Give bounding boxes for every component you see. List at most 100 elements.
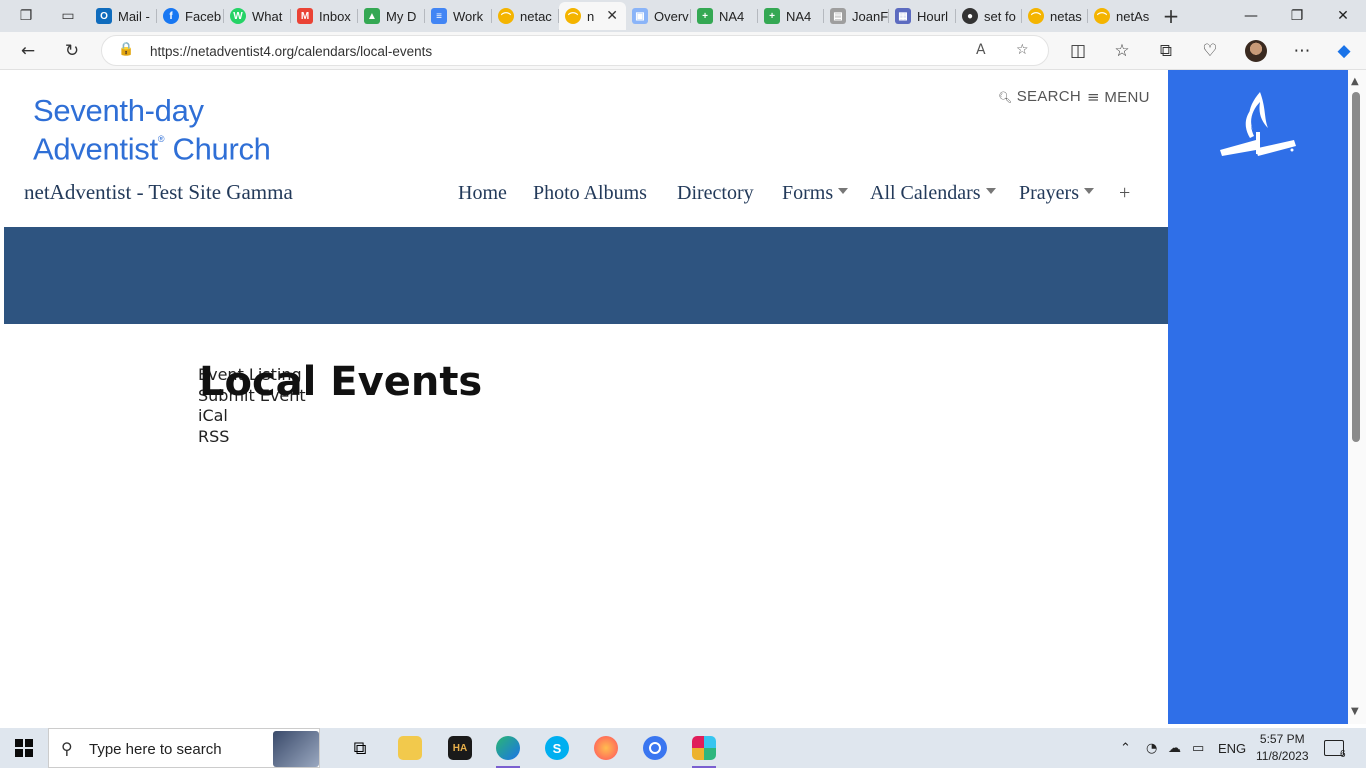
nav-photo-albums[interactable]: Photo Albums	[533, 182, 647, 205]
lock-icon: 🔒	[118, 42, 135, 57]
nav-forms[interactable]: Forms	[782, 182, 849, 205]
browser-tab-mail[interactable]: O Mail -	[90, 2, 157, 30]
url-text[interactable]: https://netadventist4.org/calendars/loca…	[150, 44, 432, 59]
google-drive-icon: ▲	[364, 8, 380, 24]
read-aloud-icon[interactable]: A	[976, 42, 986, 58]
windows-start-icon[interactable]	[0, 728, 48, 768]
firefox-icon[interactable]	[586, 732, 626, 764]
dropdown-caret-icon	[838, 188, 849, 195]
rss-link[interactable]: RSS	[198, 427, 306, 448]
windows-taskbar: ⚲ Type here to search ⧉ HA S ⌃ ◔ ☁ ▭ ENG…	[0, 728, 1366, 768]
overview-icon: ▣	[632, 8, 648, 24]
search-link[interactable]: 🔍︎ SEARCH	[998, 88, 1081, 105]
tab-label: My D	[386, 8, 417, 24]
browser-tab-drive[interactable]: ▲ My D	[358, 2, 425, 30]
taskbar-search-placeholder: Type here to search	[89, 741, 222, 758]
scrollbar-thumb[interactable]	[1352, 92, 1360, 442]
page-scrollbar[interactable]: ▲ ▼	[1348, 70, 1366, 724]
notification-count: 6	[1340, 748, 1346, 760]
collections-icon[interactable]: ⧉	[1152, 38, 1180, 64]
skype-icon[interactable]: S	[537, 732, 577, 764]
close-tab-icon[interactable]: ✕	[606, 8, 618, 24]
close-window-icon[interactable]: ✕	[1320, 0, 1366, 32]
taskbar-clock[interactable]: 5:57 PM 11/8/2023	[1256, 731, 1309, 765]
logo-line-2b: Church	[172, 131, 271, 167]
tab-label: Faceb	[185, 8, 222, 24]
sda-logo-text[interactable]: Seventh-day Adventist® Church	[33, 94, 271, 166]
page-title: Local Events	[199, 359, 483, 405]
browser-tab-overview[interactable]: ▣ Overv	[626, 2, 691, 30]
outlook-icon: O	[96, 8, 112, 24]
minimize-icon[interactable]: —	[1228, 0, 1274, 32]
show-hidden-icons[interactable]: ⌃	[1120, 728, 1131, 768]
back-icon[interactable]: ←	[14, 38, 42, 64]
browser-tab-gmail[interactable]: M Inbox	[291, 2, 358, 30]
registered-mark: ®	[157, 134, 165, 144]
signal-icon[interactable]	[635, 732, 675, 764]
tab-label: Work	[453, 8, 484, 24]
nav-directory[interactable]: Directory	[677, 182, 754, 205]
task-view-icon[interactable]: ⧉	[340, 732, 380, 764]
sheets-icon: +	[697, 8, 713, 24]
netadventist-icon: ⌒	[1094, 8, 1110, 24]
browser-tab-netadventist-1[interactable]: ⌒ netac	[492, 2, 559, 30]
sda-flame-logo-icon[interactable]	[1218, 88, 1298, 160]
scroll-up-icon[interactable]: ▲	[1351, 76, 1359, 87]
browser-tab-joan[interactable]: ▤ JoanF	[824, 2, 889, 30]
browser-tab-whatsapp[interactable]: W What	[224, 2, 291, 30]
browser-tab-facebook[interactable]: f Faceb	[157, 2, 224, 30]
browser-tab-na4-2[interactable]: + NA4	[758, 2, 824, 30]
browser-tab-hourly[interactable]: ▦ Hourl	[889, 2, 956, 30]
taskbar-search-box[interactable]: ⚲ Type here to search	[48, 728, 320, 768]
network-icon[interactable]: ◔	[1146, 728, 1157, 768]
browser-tab-docs[interactable]: ≡ Work	[425, 2, 492, 30]
favorites-icon[interactable]: ☆	[1108, 38, 1136, 64]
copilot-icon[interactable]: ◆	[1330, 38, 1358, 64]
browser-tab-netas-2[interactable]: ⌒ netAs	[1088, 2, 1154, 30]
tab-label: Overv	[654, 8, 689, 24]
menu-link[interactable]: ≡ MENU	[1087, 88, 1150, 106]
profile-avatar[interactable]	[1242, 38, 1270, 64]
new-tab-icon[interactable]: +	[1161, 4, 1181, 28]
notifications-icon[interactable]: 6	[1324, 728, 1350, 768]
document-icon: ▤	[830, 8, 846, 24]
nav-home[interactable]: Home	[458, 182, 507, 205]
favorite-star-icon[interactable]: ☆	[1016, 42, 1029, 58]
app-ha-icon[interactable]: HA	[440, 732, 480, 764]
edge-browser-icon[interactable]	[488, 732, 528, 768]
site-name[interactable]: netAdventist - Test Site Gamma	[24, 180, 293, 205]
restore-icon[interactable]: ❐	[1274, 0, 1320, 32]
search-icon: 🔍︎	[998, 91, 1013, 104]
ical-link[interactable]: iCal	[198, 406, 306, 427]
more-options-icon[interactable]: ⋯	[1288, 38, 1316, 64]
address-bar[interactable]: 🔒 https://netadventist4.org/calendars/lo…	[101, 35, 1049, 66]
tab-label: Mail -	[118, 8, 150, 24]
netadventist-icon: ⌒	[565, 8, 581, 24]
browser-tab-bar: ❐ ▭ O Mail - f Faceb W What M Inbox ▲ My…	[0, 0, 1366, 32]
browser-tab-active[interactable]: ⌒ n ✕	[559, 2, 626, 30]
clock-date: 11/8/2023	[1256, 749, 1309, 763]
whatsapp-icon: W	[230, 8, 246, 24]
tab-actions-icon[interactable]: ▭	[58, 6, 78, 26]
language-indicator[interactable]: ENG	[1218, 728, 1246, 768]
workspaces-icon[interactable]: ❐	[16, 6, 36, 26]
browser-tab-github[interactable]: ● set fo	[956, 2, 1022, 30]
tab-label: Inbox	[319, 8, 351, 24]
dropdown-caret-icon	[985, 188, 996, 195]
onedrive-icon[interactable]: ☁	[1168, 728, 1181, 768]
browser-essentials-icon[interactable]: ♡	[1196, 38, 1224, 64]
slack-icon[interactable]	[684, 732, 724, 768]
scroll-down-icon[interactable]: ▼	[1351, 706, 1359, 717]
split-screen-icon[interactable]: ◫	[1064, 38, 1092, 64]
nav-all-calendars[interactable]: All Calendars	[870, 182, 996, 205]
search-highlight-image[interactable]	[273, 731, 319, 767]
battery-icon[interactable]: ▭	[1192, 728, 1204, 768]
file-explorer-icon[interactable]	[390, 732, 430, 764]
nav-prayers[interactable]: Prayers	[1019, 182, 1094, 205]
refresh-icon[interactable]: ↻	[58, 38, 86, 64]
browser-tab-na4-1[interactable]: + NA4	[691, 2, 758, 30]
nav-more-plus[interactable]: +	[1119, 182, 1130, 205]
browser-tab-netas[interactable]: ⌒ netas	[1022, 2, 1088, 30]
browser-toolbar: ← ↻ 🔒 https://netadventist4.org/calendar…	[0, 32, 1366, 70]
tab-label: netas	[1050, 8, 1082, 24]
